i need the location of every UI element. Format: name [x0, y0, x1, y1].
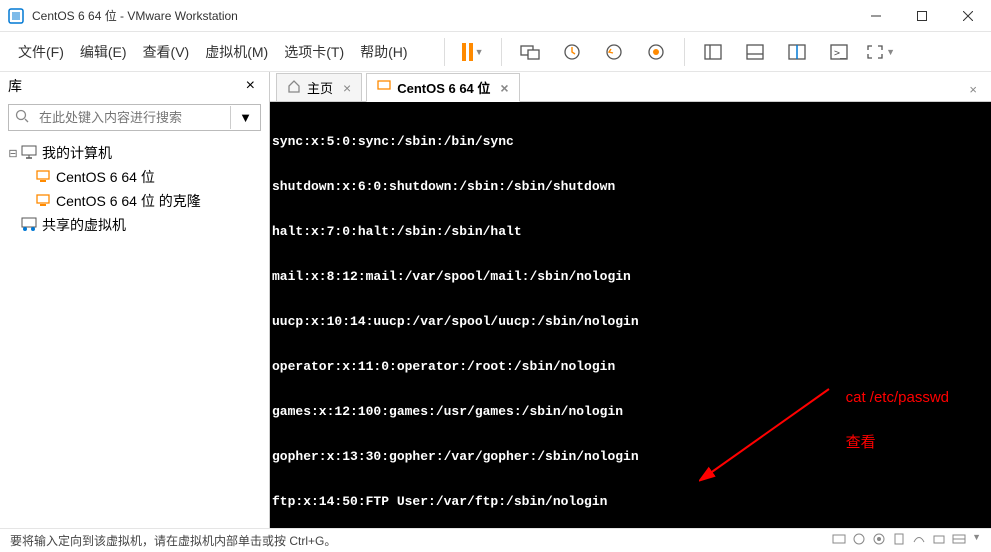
console-icon[interactable]: >_ — [821, 34, 857, 70]
revert-icon[interactable] — [596, 34, 632, 70]
device-icon[interactable] — [852, 532, 866, 549]
maximize-button[interactable] — [899, 0, 945, 31]
tree-vm-centos-clone[interactable]: CentOS 6 64 位 的克隆 — [2, 189, 267, 213]
device-icon[interactable] — [872, 532, 886, 549]
device-icon[interactable] — [832, 532, 846, 549]
search-input[interactable] — [35, 106, 230, 129]
layout-thumb-icon[interactable] — [737, 34, 773, 70]
device-icon[interactable] — [912, 532, 926, 549]
device-icon[interactable] — [892, 532, 906, 549]
annotation-overlay: cat /etc/passwd 查看 — [846, 360, 949, 495]
terminal-line: gopher:x:13:30:gopher:/var/gopher:/sbin/… — [272, 449, 989, 464]
tree-label: 我的计算机 — [42, 143, 112, 163]
library-close-button[interactable]: × — [240, 77, 261, 95]
search-dropdown[interactable]: ▼ — [230, 106, 260, 129]
menu-file[interactable]: 文件(F) — [10, 36, 72, 68]
arrow-icon — [699, 384, 839, 484]
manage-snapshot-icon[interactable] — [638, 34, 674, 70]
terminal-line: shutdown:x:6:0:shutdown:/sbin:/sbin/shut… — [272, 179, 989, 194]
tree-label: CentOS 6 64 位 的克隆 — [56, 191, 201, 211]
tab-label: 主页 — [307, 78, 333, 97]
search-icon — [9, 105, 35, 130]
terminal-viewport[interactable]: sync:x:5:0:sync:/sbin:/bin/sync shutdown… — [270, 102, 991, 528]
terminal-line: sync:x:5:0:sync:/sbin:/bin/sync — [272, 134, 989, 149]
unity-icon[interactable] — [779, 34, 815, 70]
layout-single-icon[interactable] — [695, 34, 731, 70]
annotation-text-1: cat /etc/passwd — [846, 390, 949, 405]
svg-text:>_: >_ — [834, 48, 847, 59]
status-hint: 要将输入定向到该虚拟机，请在虚拟机内部单击或按 Ctrl+G。 — [10, 532, 336, 549]
vm-icon — [34, 193, 52, 210]
pause-button[interactable]: ▼ — [455, 34, 491, 70]
annotation-text-2: 查看 — [846, 435, 949, 450]
tab-vm[interactable]: CentOS 6 64 位 × — [366, 73, 519, 102]
separator — [444, 38, 445, 66]
window-title: CentOS 6 64 位 - VMware Workstation — [32, 7, 238, 24]
vm-icon — [34, 169, 52, 186]
terminal-line: games:x:12:100:games:/usr/games:/sbin/no… — [272, 404, 989, 419]
tree-shared-vms[interactable]: 共享的虚拟机 — [2, 213, 267, 237]
tree-label: 共享的虚拟机 — [42, 215, 126, 235]
tab-label: CentOS 6 64 位 — [397, 78, 490, 97]
device-icon[interactable] — [932, 532, 946, 549]
tabs-close-all-icon[interactable]: × — [965, 78, 981, 101]
close-button[interactable] — [945, 0, 991, 31]
status-device-icons: ▼ — [832, 532, 981, 549]
expand-toggle-icon: ⊟ — [6, 147, 20, 160]
shared-icon — [20, 217, 38, 234]
menu-view[interactable]: 查看(V) — [135, 36, 198, 68]
tab-close-icon[interactable]: × — [343, 80, 351, 96]
computer-icon — [20, 145, 38, 162]
tree-label: CentOS 6 64 位 — [56, 167, 155, 187]
tab-close-icon[interactable]: × — [500, 80, 508, 96]
tree-my-computer[interactable]: ⊟ 我的计算机 — [2, 141, 267, 165]
devices-icon[interactable] — [512, 34, 548, 70]
menu-tabs[interactable]: 选项卡(T) — [276, 36, 352, 68]
minimize-button[interactable] — [853, 0, 899, 31]
tree-vm-centos[interactable]: CentOS 6 64 位 — [2, 165, 267, 189]
separator — [684, 38, 685, 66]
terminal-line: uucp:x:10:14:uucp:/var/spool/uucp:/sbin/… — [272, 314, 989, 329]
terminal-line: ftp:x:14:50:FTP User:/var/ftp:/sbin/nolo… — [272, 494, 989, 509]
library-title: 库 — [8, 76, 240, 96]
home-icon — [287, 79, 301, 96]
vm-icon — [377, 80, 391, 95]
terminal-line: mail:x:8:12:mail:/var/spool/mail:/sbin/n… — [272, 269, 989, 284]
menu-help[interactable]: 帮助(H) — [352, 36, 415, 68]
snapshot-icon[interactable] — [554, 34, 590, 70]
device-icon[interactable] — [952, 532, 966, 549]
fullscreen-icon[interactable]: ▼ — [863, 34, 899, 70]
tab-home[interactable]: 主页 × — [276, 73, 362, 101]
device-dropdown-icon[interactable]: ▼ — [972, 532, 981, 549]
terminal-line: halt:x:7:0:halt:/sbin:/sbin/halt — [272, 224, 989, 239]
terminal-line: operator:x:11:0:operator:/root:/sbin/nol… — [272, 359, 989, 374]
separator — [501, 38, 502, 66]
menu-vm[interactable]: 虚拟机(M) — [197, 36, 276, 68]
app-icon — [8, 8, 24, 24]
menu-edit[interactable]: 编辑(E) — [72, 36, 135, 68]
